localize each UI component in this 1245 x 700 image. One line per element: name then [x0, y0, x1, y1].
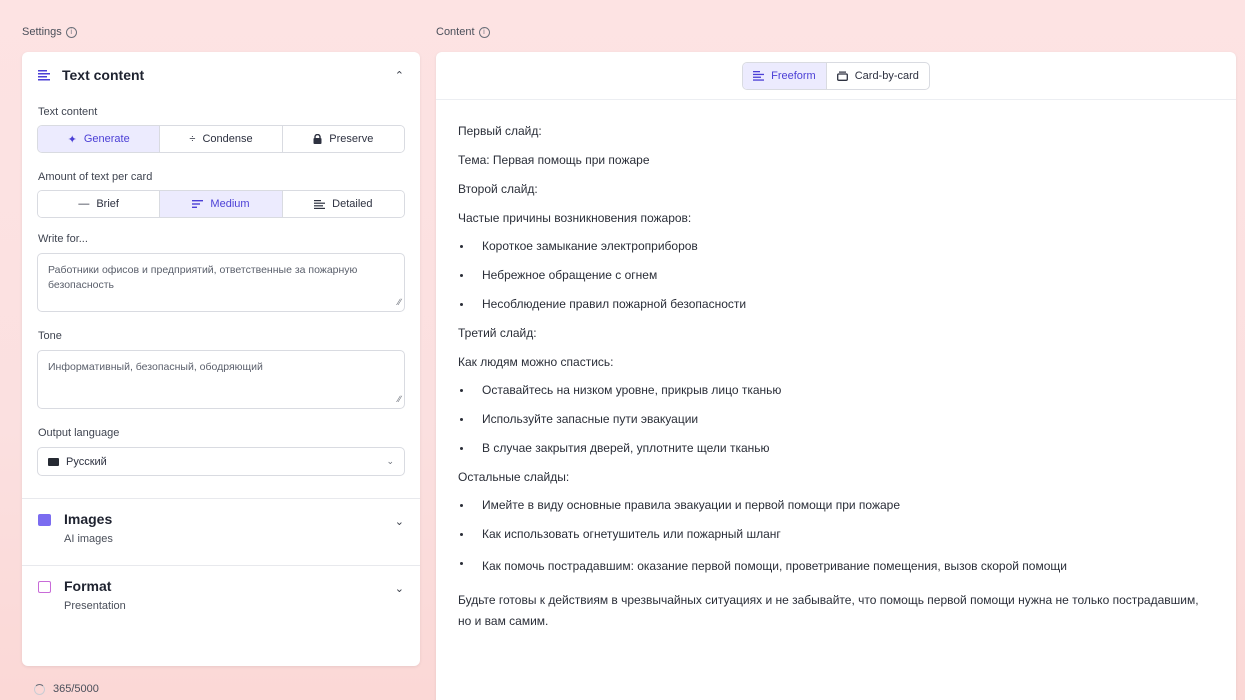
freeform-tab[interactable]: Freeform	[743, 62, 827, 89]
list-item: Небрежное обращение с огнем	[458, 268, 1214, 283]
preserve-button[interactable]: Preserve	[282, 126, 404, 152]
paragraph: Третий слайд:	[458, 326, 537, 340]
medium-label: Medium	[210, 198, 250, 210]
list-item: Несоблюдение правил пожарной безопасност…	[458, 297, 1214, 312]
chevron-down-icon: ⌄	[386, 456, 394, 466]
info-icon[interactable]: i	[65, 26, 77, 38]
medium-button[interactable]: Medium	[160, 191, 283, 217]
text-mode-segmented-control: ✦ Generate ÷ Condense Preserve	[37, 125, 405, 153]
content-label: Content i	[436, 26, 490, 38]
content-panel: Freeform Card-by-card Первый слайд: Тема…	[436, 52, 1236, 700]
list-item: Короткое замыкание электроприборов	[458, 239, 1214, 254]
paragraph: Первый слайд:	[458, 124, 542, 138]
bullet-list: Короткое замыкание электроприборов Небре…	[458, 239, 1214, 312]
paragraph: Остальные слайды:	[458, 470, 570, 484]
condense-label: Condense	[202, 133, 253, 145]
view-toggle-bar: Freeform Card-by-card	[436, 52, 1236, 100]
paragraph: Второй слайд:	[458, 182, 538, 196]
condense-icon: ÷	[189, 133, 196, 145]
language-select[interactable]: Русский ⌄	[37, 447, 405, 476]
cards-icon	[836, 71, 848, 81]
list-item: Как использовать огнетушитель или пожарн…	[458, 527, 1214, 542]
tone-label: Tone	[38, 330, 62, 342]
list-item: Как помочь пострадавшим: оказание первой…	[458, 556, 1203, 576]
images-title: Images	[64, 511, 113, 527]
bullet-list: Имейте в виду основные правила эвакуации…	[458, 498, 1214, 576]
freeform-label: Freeform	[771, 69, 816, 82]
view-toggle: Freeform Card-by-card	[742, 61, 930, 90]
preserve-label: Preserve	[329, 133, 374, 145]
resize-handle-icon[interactable]: ∕∕	[398, 393, 401, 406]
character-counter: 365/5000	[34, 683, 99, 695]
tone-textarea[interactable]: Информативный, безопасный, ободряющий ∕∕	[37, 350, 405, 409]
list-item: В случае закрытия дверей, уплотните щели…	[458, 441, 1214, 456]
output-language-label: Output language	[38, 427, 120, 439]
paragraph: Частые причины возникновения пожаров:	[458, 211, 692, 225]
text-content-accordion-header[interactable]: Text content ⌃	[22, 52, 420, 98]
list-item: Используйте запасные пути эвакуации	[458, 412, 1214, 427]
content-label-text: Content	[436, 26, 475, 38]
paragraph: Тема: Первая помощь при пожаре	[458, 153, 650, 167]
lock-icon	[313, 134, 322, 144]
card-by-card-tab[interactable]: Card-by-card	[827, 63, 929, 89]
write-for-textarea[interactable]: Работники офисов и предприятий, ответств…	[37, 253, 405, 312]
lines-icon	[192, 200, 204, 208]
chevron-down-icon[interactable]: ⌄	[395, 515, 404, 565]
brief-label: Brief	[96, 198, 119, 210]
write-for-value: Работники офисов и предприятий, ответств…	[48, 264, 358, 292]
chevron-down-icon[interactable]: ⌄	[395, 582, 404, 632]
info-icon[interactable]: i	[478, 26, 490, 38]
tone-value: Информативный, безопасный, ободряющий	[48, 361, 263, 373]
resize-handle-icon[interactable]: ∕∕	[398, 296, 401, 309]
amount-label: Amount of text per card	[38, 171, 153, 183]
images-accordion[interactable]: Images AI images ⌄	[22, 499, 420, 565]
images-subtitle: AI images	[64, 533, 113, 545]
settings-panel: Text content ⌃ Text content ✦ Generate ÷…	[22, 52, 420, 666]
flag-icon	[48, 457, 59, 466]
text-lines-icon	[753, 70, 765, 81]
paragraph: Как людям можно спастись:	[458, 355, 614, 369]
detailed-label: Detailed	[332, 198, 373, 210]
detailed-button[interactable]: Detailed	[282, 191, 404, 217]
list-item: Оставайтесь на низком уровне, прикрыв ли…	[458, 383, 1214, 398]
format-accordion[interactable]: Format Presentation ⌄	[22, 566, 420, 632]
text-content-label: Text content	[38, 106, 98, 118]
settings-label-text: Settings	[22, 26, 62, 38]
chevron-up-icon[interactable]: ⌃	[395, 69, 404, 82]
list-item: Имейте в виду основные правила эвакуации…	[458, 498, 1214, 513]
sparkle-icon: ✦	[67, 133, 77, 146]
format-title: Format	[64, 578, 112, 594]
card-by-card-label: Card-by-card	[854, 69, 919, 82]
format-subtitle: Presentation	[64, 600, 126, 612]
amount-segmented-control: — Brief Medium Detailed	[37, 190, 405, 218]
language-value: Русский	[66, 455, 107, 468]
format-icon	[38, 581, 51, 593]
text-lines-icon	[38, 69, 50, 80]
bullet-list: Оставайтесь на низком уровне, прикрыв ли…	[458, 383, 1214, 456]
text-content-title: Text content	[62, 67, 145, 83]
detailed-lines-icon	[314, 199, 326, 209]
content-editor[interactable]: Первый слайд: Тема: Первая помощь при по…	[436, 100, 1236, 632]
dash-icon: —	[78, 198, 90, 210]
counter-value: 365/5000	[53, 683, 99, 695]
condense-button[interactable]: ÷ Condense	[160, 126, 283, 152]
image-icon	[38, 514, 51, 526]
generate-label: Generate	[83, 133, 130, 145]
brief-button[interactable]: — Brief	[38, 191, 161, 217]
progress-ring-icon	[34, 683, 45, 695]
generate-button[interactable]: ✦ Generate	[38, 126, 161, 152]
paragraph: Будьте готовы к действиям в чрезвычайных…	[458, 593, 1199, 628]
write-for-label: Write for...	[38, 233, 88, 245]
settings-label: Settings i	[22, 26, 77, 38]
